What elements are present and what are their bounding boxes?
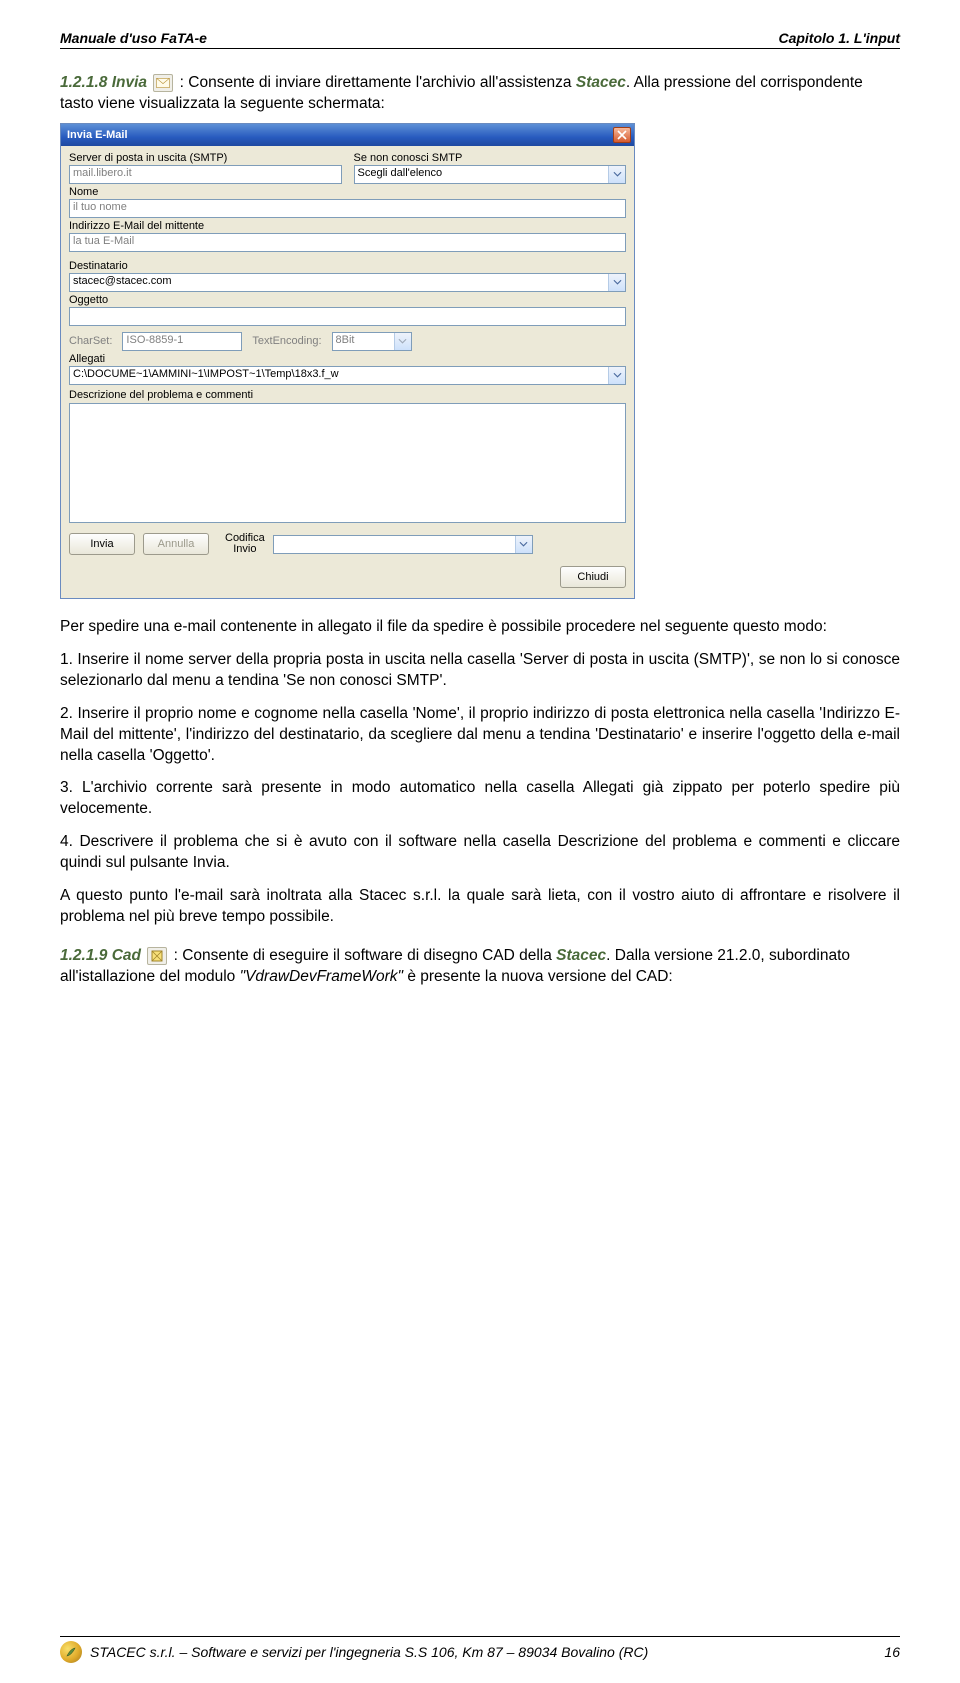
footer-page-number: 16 [884, 1644, 900, 1660]
descr-textarea[interactable] [69, 403, 626, 523]
chevron-down-icon[interactable] [608, 274, 625, 291]
codifica-label-b: Invio [233, 544, 256, 556]
smtp-label: Server di posta in uscita (SMTP) [69, 152, 342, 164]
charset-input: ISO-8859-1 [122, 332, 242, 351]
section-text-c: è presente la nuova versione del CAD: [403, 968, 673, 985]
allegati-label: Allegati [69, 353, 626, 365]
invia-button[interactable]: Invia [69, 533, 135, 555]
oggetto-label: Oggetto [69, 294, 626, 306]
chiudi-button[interactable]: Chiudi [560, 566, 626, 588]
allegati-combo[interactable]: C:\DOCUME~1\AMMINI~1\IMPOST~1\Temp\18x3.… [69, 366, 626, 385]
nosmtp-label: Se non conosci SMTP [354, 152, 627, 164]
stacec-word: Stacec [576, 74, 626, 91]
page-header: Manuale d'uso FaTA-e Capitolo 1. L'input [60, 30, 900, 46]
header-right: Capitolo 1. L'input [778, 30, 900, 46]
dialog-titlebar: Invia E-Mail [61, 124, 634, 146]
header-left: Manuale d'uso FaTA-e [60, 30, 207, 46]
step-4: 4. Descrivere il problema che si è avuto… [60, 832, 900, 874]
codifica-invio-label: Codifica Invio [225, 533, 265, 556]
nosmtp-value: Scegli dall'elenco [355, 166, 609, 183]
allegati-value: C:\DOCUME~1\AMMINI~1\IMPOST~1\Temp\18x3.… [70, 367, 608, 384]
section-invia-heading: 1.2.1.8 Invia : Consente di inviare dire… [60, 73, 900, 115]
mittente-input[interactable]: la tua E-Mail [69, 233, 626, 252]
envelope-icon [153, 74, 173, 92]
codifica-value [274, 536, 515, 553]
textenc-label: TextEncoding: [252, 335, 321, 347]
step-3: 3. L'archivio corrente sarà presente in … [60, 778, 900, 820]
charset-label: CharSet: [69, 335, 112, 347]
step-1: 1. Inserire il nome server della propria… [60, 650, 900, 692]
module-name: "VdrawDevFrameWork" [240, 968, 403, 985]
chevron-down-icon [394, 333, 411, 350]
dialog-title: Invia E-Mail [67, 129, 128, 141]
cad-icon [147, 947, 167, 965]
dest-combo[interactable]: stacec@stacec.com [69, 273, 626, 292]
smtp-input[interactable]: mail.libero.it [69, 165, 342, 184]
codifica-combo[interactable] [273, 535, 533, 554]
section-number: 1.2.1.9 Cad [60, 947, 141, 964]
nosmtp-combo[interactable]: Scegli dall'elenco [354, 165, 627, 184]
step-2: 2. Inserire il proprio nome e cognome ne… [60, 704, 900, 767]
oggetto-input[interactable] [69, 307, 626, 326]
stacec-logo-icon [60, 1641, 82, 1663]
section-text-a: : Consente di inviare direttamente l'arc… [180, 74, 576, 91]
stacec-word: Stacec [556, 947, 606, 964]
chevron-down-icon[interactable] [515, 536, 532, 553]
footer-divider [60, 1636, 900, 1637]
section-number: 1.2.1.8 Invia [60, 74, 147, 91]
header-divider [60, 48, 900, 49]
chevron-down-icon[interactable] [608, 166, 625, 183]
dest-value: stacec@stacec.com [70, 274, 608, 291]
page-footer: STACEC s.r.l. – Software e servizi per l… [60, 1636, 900, 1663]
section-text-a: : Consente di eseguire il software di di… [174, 947, 557, 964]
section-cad-heading: 1.2.1.9 Cad : Consente di eseguire il so… [60, 946, 900, 988]
nome-label: Nome [69, 186, 626, 198]
annulla-button: Annulla [143, 533, 209, 555]
textenc-value: 8Bit [333, 333, 394, 350]
chevron-down-icon[interactable] [608, 367, 625, 384]
footer-company: STACEC s.r.l. – Software e servizi per l… [90, 1644, 648, 1660]
descr-label: Descrizione del problema e commenti [69, 389, 626, 401]
nome-input[interactable]: il tuo nome [69, 199, 626, 218]
intro-paragraph: Per spedire una e-mail contenente in all… [60, 617, 900, 638]
mittente-label: Indirizzo E-Mail del mittente [69, 220, 626, 232]
closing-paragraph: A questo punto l'e-mail sarà inoltrata a… [60, 886, 900, 928]
textenc-combo: 8Bit [332, 332, 412, 351]
dialog-screenshot: Invia E-Mail Server di posta in uscita (… [60, 123, 900, 599]
dest-label: Destinatario [69, 260, 626, 272]
close-icon[interactable] [613, 127, 631, 143]
